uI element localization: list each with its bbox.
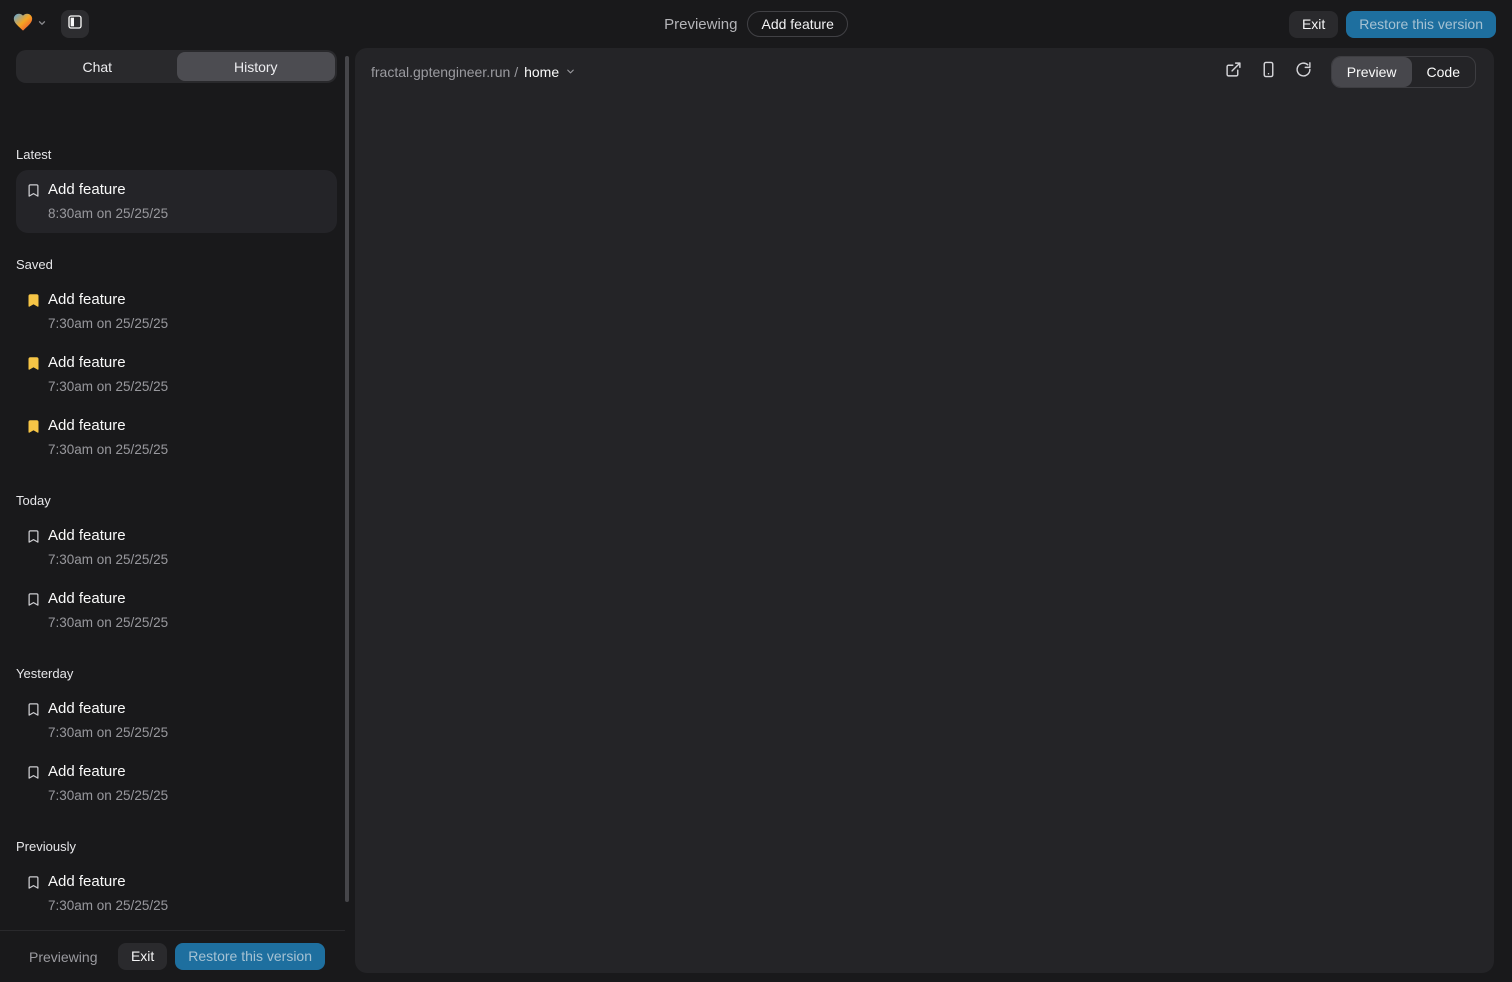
lovable-heart-logo-icon: [12, 11, 34, 38]
preview-header: fractal.gptengineer.run / home: [355, 48, 1494, 96]
history-item-title: Add feature: [48, 180, 168, 200]
refresh-button[interactable]: [1295, 63, 1313, 81]
history-item-title: Add feature: [48, 872, 168, 892]
history-item[interactable]: Add feature 7:30am on 25/25/25: [16, 752, 337, 815]
history-item-timestamp: 7:30am on 25/25/25: [48, 441, 168, 459]
version-badge[interactable]: Add feature: [747, 11, 847, 37]
history-sidebar: Chat History Latest Add feature 8:30am o…: [0, 48, 355, 982]
bookmark-icon: [26, 183, 41, 198]
bookmark-filled-icon: [26, 419, 41, 434]
preview-url-dropdown[interactable]: fractal.gptengineer.run / home: [371, 64, 576, 80]
section-label-today: Today: [16, 493, 337, 508]
smartphone-icon: [1260, 61, 1277, 83]
history-item-title: Add feature: [48, 353, 168, 373]
history-item[interactable]: Add feature 7:30am on 25/25/25: [16, 343, 337, 406]
open-external-button[interactable]: [1225, 63, 1243, 81]
mobile-view-button[interactable]: [1260, 63, 1278, 81]
bookmark-filled-icon: [26, 356, 41, 371]
exit-button[interactable]: Exit: [1289, 11, 1338, 38]
history-item-title: Add feature: [48, 699, 168, 719]
chat-history-tabs: Chat History: [16, 50, 337, 83]
sidebar-scrollbar[interactable]: [345, 56, 349, 902]
history-item-timestamp: 7:30am on 25/25/25: [48, 315, 168, 333]
bookmark-icon: [26, 592, 41, 607]
history-item-timestamp: 7:30am on 25/25/25: [48, 378, 168, 396]
bookmark-filled-icon: [26, 293, 41, 308]
refresh-icon: [1295, 61, 1312, 83]
url-page: home: [524, 64, 559, 80]
previewing-status-label: Previewing: [29, 949, 97, 965]
tab-preview[interactable]: Preview: [1332, 57, 1412, 87]
history-item[interactable]: Add feature 7:30am on 25/25/25: [16, 689, 337, 752]
external-link-icon: [1225, 61, 1242, 83]
history-list: Latest Add feature 8:30am on 25/25/25 Sa…: [0, 132, 337, 930]
history-item[interactable]: Add feature 7:30am on 25/25/25: [16, 406, 337, 469]
section-label-saved: Saved: [16, 257, 337, 272]
history-item-timestamp: 7:30am on 25/25/25: [48, 724, 168, 742]
bookmark-icon: [26, 765, 41, 780]
history-item-timestamp: 7:30am on 25/25/25: [48, 897, 168, 915]
section-label-yesterday: Yesterday: [16, 666, 337, 681]
tab-history[interactable]: History: [177, 52, 336, 81]
history-item[interactable]: Add feature 8:30am on 25/25/25: [16, 170, 337, 233]
history-item-title: Add feature: [48, 589, 168, 609]
exit-button[interactable]: Exit: [118, 943, 167, 970]
history-item-timestamp: 7:30am on 25/25/25: [48, 551, 168, 569]
history-item-timestamp: 8:30am on 25/25/25: [48, 205, 168, 223]
sidebar-footer: Previewing Exit Restore this version: [0, 930, 345, 982]
bookmark-icon: [26, 529, 41, 544]
chevron-down-icon: [565, 64, 576, 80]
bookmark-icon: [26, 875, 41, 890]
history-item[interactable]: Add feature 7:30am on 25/25/25: [16, 280, 337, 343]
previewing-status-label: Previewing: [664, 16, 737, 33]
url-domain: fractal.gptengineer.run /: [371, 64, 518, 80]
history-item-title: Add feature: [48, 762, 168, 782]
sidebar-toggle-button[interactable]: [61, 10, 89, 38]
section-label-previously: Previously: [16, 839, 337, 854]
tab-chat[interactable]: Chat: [18, 52, 177, 81]
restore-version-button[interactable]: Restore this version: [1346, 11, 1496, 38]
history-item-timestamp: 7:30am on 25/25/25: [48, 787, 168, 805]
preview-panel: fractal.gptengineer.run / home: [355, 48, 1494, 973]
history-item-title: Add feature: [48, 290, 168, 310]
panel-left-icon: [67, 14, 83, 35]
history-item[interactable]: Add feature 7:30am on 25/25/25: [16, 579, 337, 642]
bookmark-icon: [26, 702, 41, 717]
chevron-down-icon: [37, 15, 47, 33]
topbar: Previewing Add feature Exit Restore this…: [0, 0, 1512, 48]
tab-code[interactable]: Code: [1412, 57, 1475, 87]
history-item-timestamp: 7:30am on 25/25/25: [48, 614, 168, 632]
section-label-latest: Latest: [16, 147, 337, 162]
history-item-title: Add feature: [48, 416, 168, 436]
history-item[interactable]: Add feature 7:30am on 25/25/25: [16, 516, 337, 579]
restore-version-button[interactable]: Restore this version: [175, 943, 325, 970]
preview-code-toggle: Preview Code: [1331, 56, 1476, 88]
app-logo-menu[interactable]: [12, 11, 47, 38]
history-item[interactable]: Add feature 7:30am on 25/25/25: [16, 862, 337, 925]
history-item-title: Add feature: [48, 526, 168, 546]
